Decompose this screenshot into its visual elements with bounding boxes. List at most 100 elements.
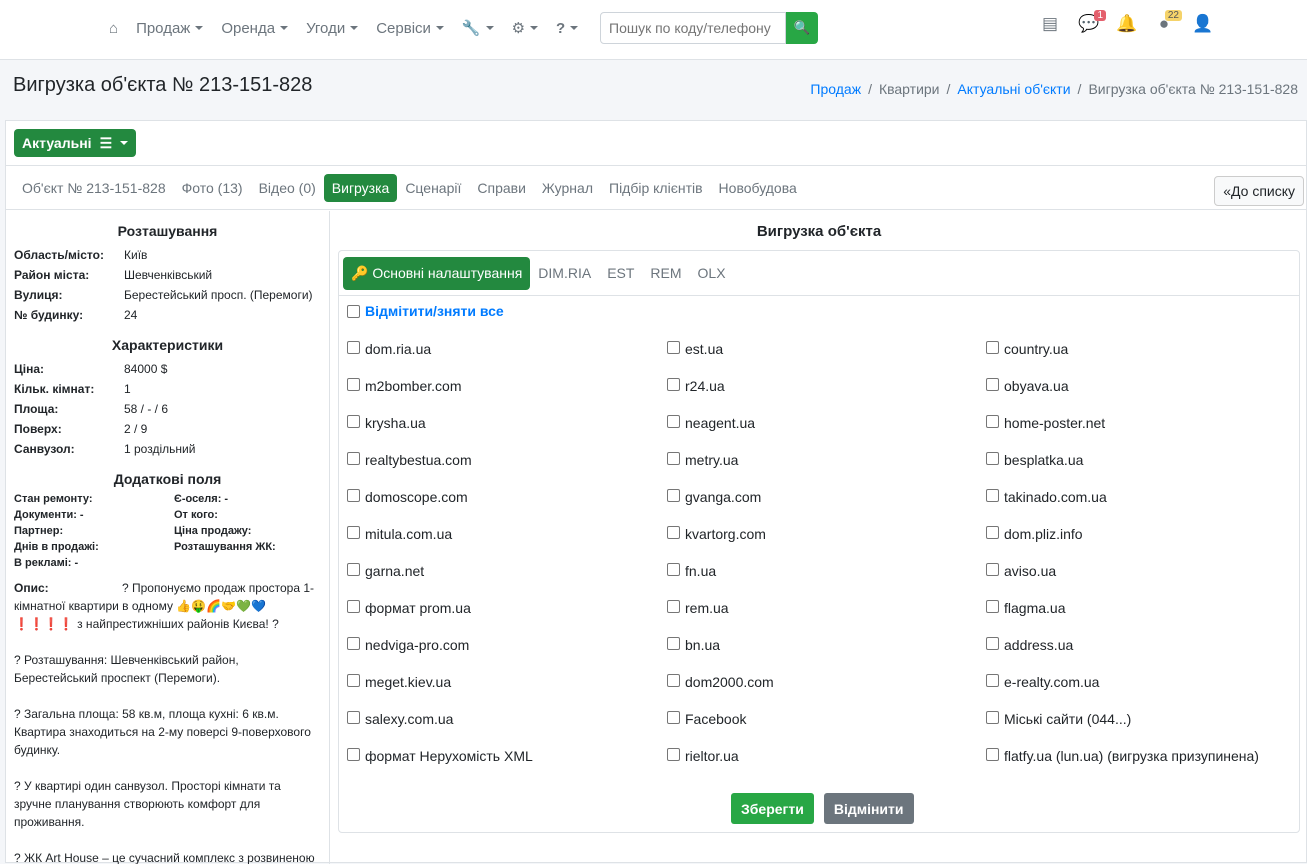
checkbox xyxy=(347,637,360,650)
extra-field: От кого: xyxy=(174,509,218,521)
site-checkbox[interactable]: rem.ua xyxy=(667,600,986,637)
site-checkbox[interactable]: формат prom.ua xyxy=(347,600,667,637)
caret-icon xyxy=(435,26,444,30)
help-icon[interactable]: ? xyxy=(547,20,587,37)
search-input[interactable] xyxy=(600,12,786,44)
description-label: Опис: xyxy=(14,581,49,595)
site-label: flagma.ua xyxy=(1004,600,1066,616)
checkbox xyxy=(667,711,680,724)
status-dropdown-button[interactable]: Актуальні ☰ xyxy=(14,129,137,157)
page-title: Вигрузка об'єкта № 213-151-828 xyxy=(13,74,313,96)
tab-4[interactable]: Сценарії xyxy=(397,174,469,202)
site-label: fn.ua xyxy=(685,563,717,579)
back-to-list-button[interactable]: « До списку xyxy=(1214,176,1304,206)
gear-icon[interactable]: ⚙ xyxy=(503,19,547,37)
nav-services[interactable]: Сервіси xyxy=(367,20,453,37)
site-checkbox[interactable]: gvanga.com xyxy=(667,489,986,526)
site-checkbox[interactable]: bn.ua xyxy=(667,637,986,674)
cancel-button[interactable]: Відмінити xyxy=(823,793,914,824)
site-checkbox[interactable]: garna.net xyxy=(347,563,667,600)
site-checkbox[interactable]: dom.ria.ua xyxy=(347,341,667,378)
caret-icon xyxy=(350,26,359,30)
site-checkbox[interactable]: krysha.ua xyxy=(347,415,667,452)
site-label: Міські сайти (044...) xyxy=(1004,711,1132,727)
site-label: garna.net xyxy=(365,563,425,579)
tab-0[interactable]: Об'єкт № 213-151-828 xyxy=(14,174,174,202)
top-navbar: ⌂ Продаж Оренда Угоди Сервіси 🔧 ⚙ ? 🔍 ▤ … xyxy=(0,0,1307,60)
search-form: 🔍 xyxy=(600,12,818,44)
site-checkbox[interactable]: aviso.ua xyxy=(986,563,1306,600)
site-checkbox[interactable]: realtybestua.com xyxy=(347,452,667,489)
site-checkbox[interactable]: address.ua xyxy=(986,637,1306,674)
object-info-sidebar: Розташування Область/місто: Київ Район міст… xyxy=(6,211,330,864)
export-tab-0[interactable]: 🔑 Основні налаштування xyxy=(343,256,531,290)
site-checkbox[interactable]: neagent.ua xyxy=(667,415,986,452)
site-checkbox[interactable]: takinado.com.ua xyxy=(986,489,1306,526)
site-label: takinado.com.ua xyxy=(1004,489,1107,505)
search-button[interactable]: 🔍 xyxy=(786,12,818,44)
site-checkbox[interactable]: flatfy.ua (lun.ua) (вигрузка призупинена… xyxy=(986,748,1306,785)
site-checkbox[interactable]: mitula.com.ua xyxy=(347,526,667,563)
site-checkbox[interactable]: besplatka.ua xyxy=(986,452,1306,489)
site-label: mitula.com.ua xyxy=(365,526,453,542)
chat-icon[interactable]: 💬 1 xyxy=(1078,10,1106,34)
tasks-icon[interactable]: ● 22 xyxy=(1154,10,1182,34)
site-checkbox[interactable]: dom2000.com xyxy=(667,674,986,711)
export-tab-1[interactable]: DIM.RIA xyxy=(530,257,599,289)
checkbox xyxy=(986,452,999,465)
wrench-icon[interactable]: 🔧 xyxy=(453,19,503,37)
site-checkbox[interactable]: r24.ua xyxy=(667,378,986,415)
checkbox xyxy=(986,600,999,613)
site-checkbox[interactable]: metry.ua xyxy=(667,452,986,489)
site-checkbox[interactable]: obyava.ua xyxy=(986,378,1306,415)
save-button[interactable]: Зберегти xyxy=(731,793,814,824)
nav-sales[interactable]: Продаж xyxy=(127,20,212,37)
tab-6[interactable]: Журнал xyxy=(534,174,601,202)
tab-5[interactable]: Справи xyxy=(469,174,534,202)
site-checkbox[interactable]: country.ua xyxy=(986,341,1306,378)
site-checkbox[interactable]: m2bomber.com xyxy=(347,378,667,415)
site-checkbox[interactable]: est.ua xyxy=(667,341,986,378)
site-label: gvanga.com xyxy=(685,489,762,505)
book-icon[interactable]: ▤ xyxy=(1040,14,1060,34)
sites-list: dom.ria.ua est.ua country.ua m2bomber.com r2… xyxy=(347,341,1306,785)
tab-8[interactable]: Новобудова xyxy=(711,174,805,202)
export-tab-3[interactable]: REM xyxy=(642,257,689,289)
tab-3[interactable]: Вигрузка xyxy=(323,173,398,202)
description-paragraph: ? У квартирі один санвузол. Просторі кім… xyxy=(14,779,281,829)
site-checkbox[interactable]: salexy.com.ua xyxy=(347,711,667,748)
site-checkbox[interactable]: fn.ua xyxy=(667,563,986,600)
select-all-checkbox[interactable]: Відмітити/зняти все xyxy=(347,303,504,319)
home-icon[interactable]: ⌂ xyxy=(100,20,127,37)
site-checkbox[interactable]: rieltor.ua xyxy=(667,748,986,785)
checkbox xyxy=(667,748,680,761)
bell-icon[interactable]: 🔔 xyxy=(1116,14,1137,34)
site-checkbox[interactable]: e-realty.com.ua xyxy=(986,674,1306,711)
breadcrumb-sales[interactable]: Продаж xyxy=(810,81,861,97)
site-checkbox[interactable]: meget.kiev.ua xyxy=(347,674,667,711)
site-checkbox[interactable]: dom.pliz.info xyxy=(986,526,1306,563)
site-checkbox[interactable]: kvartorg.com xyxy=(667,526,986,563)
tab-1[interactable]: Фото (13) xyxy=(174,174,251,202)
checkbox xyxy=(986,748,999,761)
checkbox xyxy=(667,600,680,613)
breadcrumb-actual[interactable]: Актуальні об'єкти xyxy=(957,81,1070,97)
back-label: До списку xyxy=(1231,183,1295,199)
info-value: 84000 $ xyxy=(124,362,168,376)
user-icon[interactable]: 👤 xyxy=(1192,14,1213,34)
export-tabs: 🔑 Основні налаштування DIM.RIA EST REM OLX xyxy=(339,251,1299,296)
tab-7[interactable]: Підбір клієнтів xyxy=(601,174,711,202)
export-tab-4[interactable]: OLX xyxy=(690,257,734,289)
nav-rent[interactable]: Оренда xyxy=(212,20,297,37)
site-checkbox[interactable]: home-poster.net xyxy=(986,415,1306,452)
tab-2[interactable]: Відео (0) xyxy=(251,174,324,202)
export-tab-2[interactable]: EST xyxy=(599,257,642,289)
site-checkbox[interactable]: flagma.ua xyxy=(986,600,1306,637)
site-checkbox[interactable]: Міські сайти (044...) xyxy=(986,711,1306,748)
site-checkbox[interactable]: domoscope.com xyxy=(347,489,667,526)
site-checkbox[interactable]: формат Нерухомість XML xyxy=(347,748,667,785)
site-checkbox[interactable]: Facebook xyxy=(667,711,986,748)
info-value: 2 / 9 xyxy=(124,422,148,436)
site-checkbox[interactable]: nedviga-pro.com xyxy=(347,637,667,674)
nav-deals[interactable]: Угоди xyxy=(297,20,367,37)
